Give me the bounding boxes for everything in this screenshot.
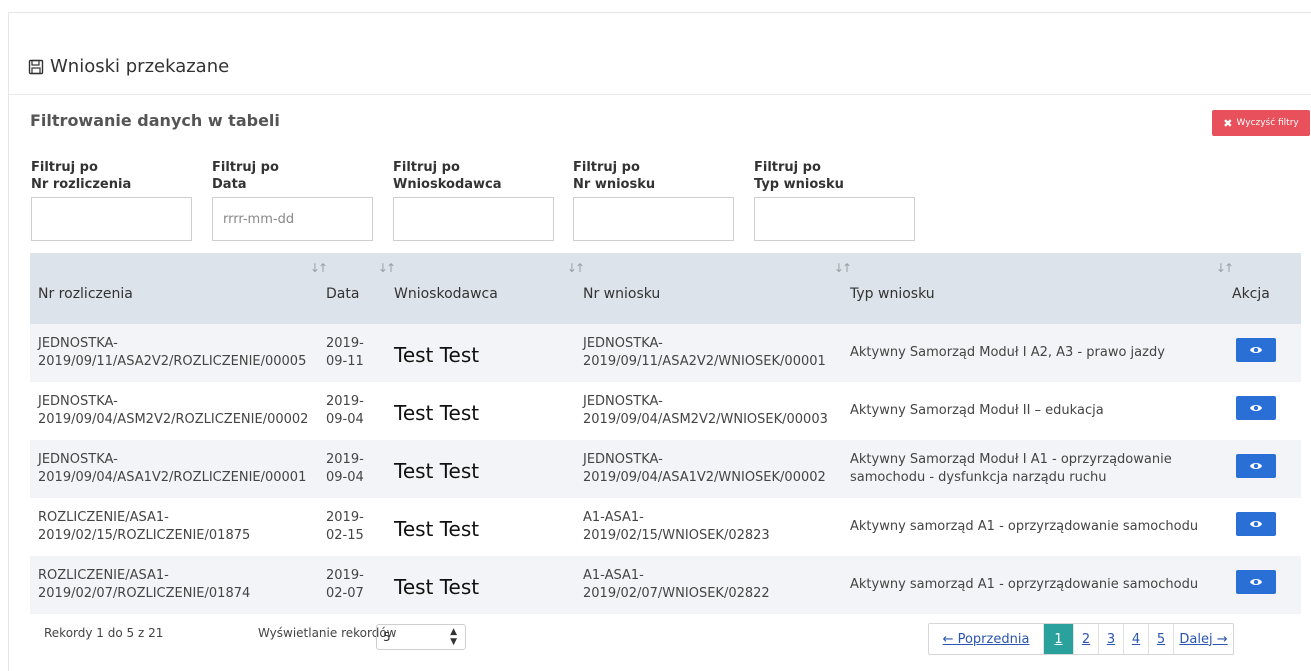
column-header-typ-wniosku[interactable]: Typ wniosku ↓↑ [850,253,1234,324]
cell-data: 2019- 02-07 [326,568,364,601]
page-length-value: 5 [383,630,391,644]
view-button[interactable] [1236,338,1276,362]
pagination-page-1[interactable]: 1 [1043,624,1073,654]
filter-nr-wniosku-input[interactable] [573,197,734,241]
cell-nr-rozliczenia: JEDNOSTKA- 2019/09/04/ASA1V2/ROZLICZENIE/… [38,452,307,485]
cell-data: 2019- 02-15 [326,510,364,543]
cell-akcja [1232,498,1301,556]
sort-icon: ↓↑ [309,261,328,275]
pagination-page-3[interactable]: 3 [1098,624,1123,654]
column-header-data[interactable]: Data ↓↑ [326,253,396,324]
filter-nr-rozliczenia: Filtruj po Nr rozliczenia [31,159,192,241]
cell-nr-rozliczenia: ROZLICZENIE/ASA1- 2019/02/15/ROZLICZENIE/… [38,510,251,543]
eye-icon [1250,521,1262,527]
column-header-wnioskodawca[interactable]: Wnioskodawca ↓↑ [394,253,585,324]
column-header-akcja: Akcja [1232,286,1270,302]
cell-nr-rozliczenia: JEDNOSTKA- 2019/09/11/ASA2V2/ROZLICZENIE/… [38,336,307,369]
sort-caret-icon: ▲ ▼ [450,627,457,647]
cell-data: 2019- 09-11 [326,336,364,369]
eye-icon [1250,405,1262,411]
cell-nr-wniosku: JEDNOSTKA- 2019/09/11/ASA2V2/WNIOSEK/0000… [583,336,826,369]
sort-icon: ↓↑ [566,261,585,275]
cell-nr-wniosku: JEDNOSTKA- 2019/09/04/ASA1V2/WNIOSEK/0000… [583,452,826,485]
page-length-select[interactable]: 5 ▲ ▼ [376,624,466,650]
cell-data: 2019- 09-04 [326,452,364,485]
filter-data-input[interactable] [212,197,373,241]
cell-wnioskodawca: Test Test [394,459,480,483]
view-button[interactable] [1236,396,1276,420]
eye-icon [1250,347,1262,353]
page-title-text: Wnioski przekazane [50,56,230,77]
cell-nr-rozliczenia: JEDNOSTKA- 2019/09/04/ASM2V2/ROZLICZENIE/… [38,394,309,427]
cell-wnioskodawca: Test Test [394,343,480,367]
pagination-next[interactable]: Dalej → [1173,624,1233,654]
sort-icon: ↓↑ [833,261,852,275]
cell-typ-wniosku: Aktywny Samorząd Moduł I A1 - oprzyrządo… [850,452,1172,485]
pagination-page-4[interactable]: 4 [1123,624,1148,654]
save-icon [28,59,44,75]
table-header-row: Nr rozliczenia ↓↑ Data ↓↑ Wnioskodawca ↓↑ N… [30,253,1301,324]
cell-nr-wniosku: A1-ASA1- 2019/02/07/WNIOSEK/02822 [583,568,770,601]
cell-typ-wniosku: Aktywny samorząd A1 - oprzyrządowanie sa… [850,577,1199,592]
filter-label: Filtruj po Wnioskodawca [393,160,502,192]
filter-label: Filtruj po Typ wniosku [754,160,844,192]
filter-typ-wniosku-input[interactable] [754,197,915,241]
eye-icon [1250,463,1262,469]
cell-typ-wniosku: Aktywny samorząd A1 - oprzyrządowanie sa… [850,519,1199,534]
cell-akcja [1232,324,1301,382]
filter-nr-rozliczenia-input[interactable] [31,197,192,241]
view-button[interactable] [1236,570,1276,594]
pagination: ← Poprzednia 1 2 3 4 5 Dalej → [928,623,1234,655]
cell-wnioskodawca: Test Test [394,517,480,541]
table-row: JEDNOSTKA- 2019/09/04/ASM2V2/ROZLICZENIE/… [30,382,1301,440]
filter-label: Filtruj po Data [212,160,279,192]
pagination-prev[interactable]: ← Poprzednia [929,624,1043,654]
cell-wnioskodawca: Test Test [394,575,480,599]
filter-wnioskodawca-input[interactable] [393,197,554,241]
cell-akcja [1232,556,1301,614]
filter-nr-wniosku: Filtruj po Nr wniosku [573,159,734,241]
table-row: JEDNOSTKA- 2019/09/04/ASA1V2/ROZLICZENIE/… [30,440,1301,498]
divider [9,94,1311,95]
view-button[interactable] [1236,512,1276,536]
cell-typ-wniosku: Aktywny Samorząd Moduł I A2, A3 - prawo … [850,345,1165,360]
clear-filters-label: Wyczyść filtry [1236,118,1299,128]
cell-akcja [1232,440,1301,498]
table-row: ROZLICZENIE/ASA1- 2019/02/07/ROZLICZENIE/… [30,556,1301,614]
cell-data: 2019- 09-04 [326,394,364,427]
column-header-nr-wniosku[interactable]: Nr wniosku ↓↑ [583,253,852,324]
pagination-page-5[interactable]: 5 [1148,624,1173,654]
cell-akcja [1232,382,1301,440]
sort-icon: ↓↑ [1215,261,1234,275]
table-row: ROZLICZENIE/ASA1- 2019/02/15/ROZLICZENIE/… [30,498,1301,556]
page-title: Wnioski przekazane [28,56,229,77]
filter-data: Filtruj po Data [212,159,373,241]
pagination-page-2[interactable]: 2 [1073,624,1098,654]
clear-filters-button[interactable]: ✖ Wyczyść filtry [1212,110,1310,136]
records-info: Rekordy 1 do 5 z 21 [44,626,164,640]
close-icon: ✖ [1223,116,1233,130]
filter-heading: Filtrowanie danych w tabeli [30,111,280,130]
eye-icon [1250,579,1262,585]
filter-typ-wniosku: Filtruj po Typ wniosku [754,159,915,241]
cell-nr-wniosku: A1-ASA1- 2019/02/15/WNIOSEK/02823 [583,510,770,543]
cell-wnioskodawca: Test Test [394,401,480,425]
column-header-nr-rozliczenia[interactable]: Nr rozliczenia ↓↑ [30,253,328,324]
cell-nr-wniosku: JEDNOSTKA- 2019/09/04/ASM2V2/WNIOSEK/0000… [583,394,828,427]
filter-label: Filtruj po Nr wniosku [573,160,656,192]
cell-typ-wniosku: Aktywny Samorząd Moduł II – edukacja [850,403,1104,418]
view-button[interactable] [1236,454,1276,478]
applications-table: Nr rozliczenia ↓↑ Data ↓↑ Wnioskodawca ↓↑ N… [30,253,1301,614]
filter-wnioskodawca: Filtruj po Wnioskodawca [393,159,554,241]
table-row: JEDNOSTKA- 2019/09/11/ASA2V2/ROZLICZENIE/… [30,324,1301,382]
filter-label: Filtruj po Nr rozliczenia [31,160,132,192]
sort-icon: ↓↑ [377,261,396,275]
cell-nr-rozliczenia: ROZLICZENIE/ASA1- 2019/02/07/ROZLICZENIE/… [38,568,251,601]
